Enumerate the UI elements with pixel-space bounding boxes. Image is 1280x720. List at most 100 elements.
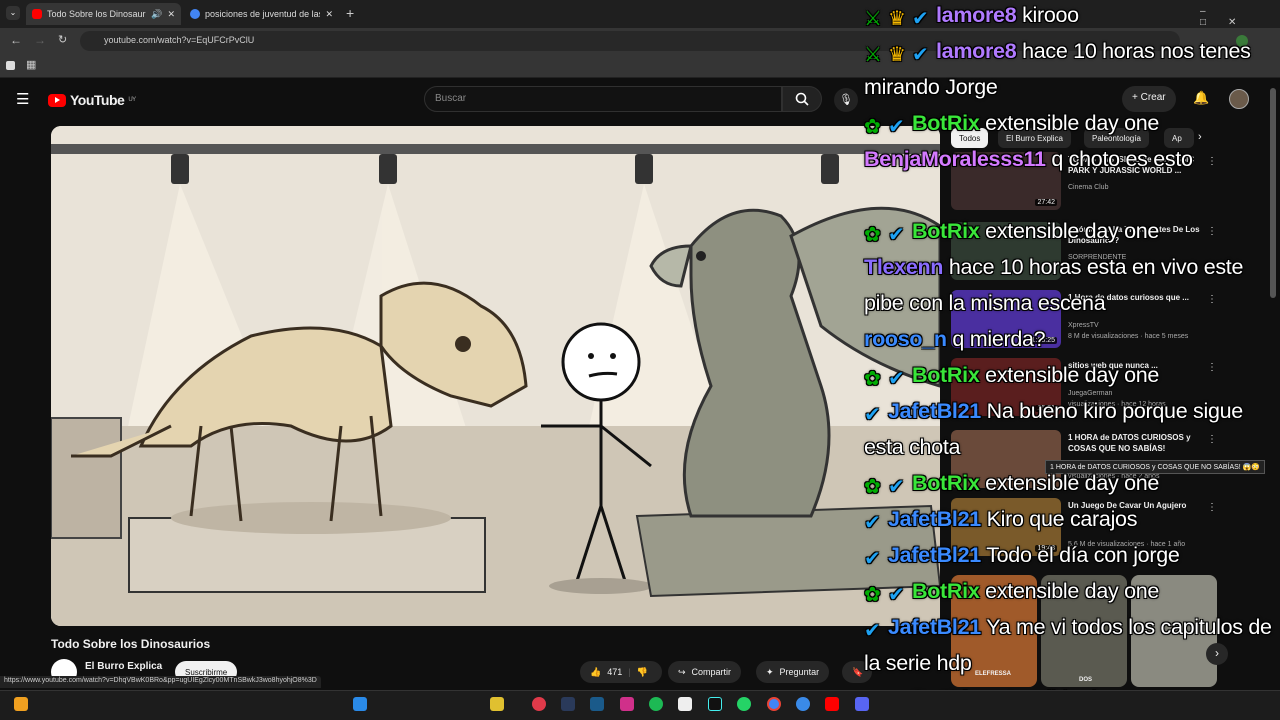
chip-more[interactable]: Ap: [1164, 128, 1194, 148]
more-options-icon[interactable]: ⋮: [1207, 502, 1217, 513]
video-thumbnail[interactable]: [951, 430, 1061, 488]
youtube-logo[interactable]: YouTube UY: [48, 92, 136, 108]
video-frame: [51, 126, 940, 626]
taskbar: [0, 690, 1280, 720]
logo-text: YouTube: [70, 92, 125, 108]
create-button[interactable]: + Crear: [1122, 86, 1176, 112]
recommendation-item[interactable]: ¿Cómo Era La Tierra Antes De Los Dinosau…: [951, 222, 1221, 284]
microphone-icon[interactable]: 🎙: [834, 88, 858, 112]
sparkle-icon: ✦: [766, 666, 774, 677]
shorts-next-icon[interactable]: ›: [1206, 643, 1228, 665]
channel-name[interactable]: El Burro Explica: [85, 661, 162, 672]
apps-grid-icon[interactable]: ▦: [26, 58, 36, 71]
youtube-icon[interactable]: [825, 697, 839, 711]
short-card[interactable]: [1131, 575, 1217, 687]
chip-all[interactable]: Todos: [951, 128, 989, 148]
chevron-right-icon[interactable]: ›: [1198, 131, 1202, 143]
close-tab-icon[interactable]: ✕: [167, 9, 175, 20]
menu-icon[interactable]: ☰: [16, 90, 29, 108]
more-options-icon[interactable]: ⋮: [1207, 294, 1217, 305]
like-dislike-group[interactable]: 👍 471 | 👎: [580, 661, 662, 683]
thumbs-down-icon[interactable]: 👎: [637, 667, 648, 678]
create-label: Crear: [1140, 92, 1166, 103]
avatar[interactable]: [1229, 89, 1249, 109]
recommendation-title[interactable]: Un Juego De Cavar Un Agujero: [1068, 500, 1208, 511]
instagram-icon[interactable]: [620, 697, 634, 711]
tab-active[interactable]: Todo Sobre los Dinosaurios 🔊 ✕: [26, 3, 181, 25]
app-icon[interactable]: [490, 697, 504, 711]
more-options-icon[interactable]: ⋮: [1207, 362, 1217, 373]
recommendation-channel: Cinema Club: [1068, 184, 1109, 191]
edge-icon[interactable]: [796, 697, 810, 711]
short-card[interactable]: ELEFRESSA: [951, 575, 1037, 687]
profile-icon[interactable]: [1236, 35, 1248, 47]
recommendation-meta: 8 M de visualizaciones · hace 5 meses: [1068, 333, 1189, 340]
spotify-icon[interactable]: [649, 697, 663, 711]
google-favicon-icon: [190, 9, 200, 19]
youtube-play-icon: [48, 93, 66, 107]
recommendation-title[interactable]: 1 HORA de DATOS CURIOSOS y COSAS QUE NO …: [1068, 432, 1208, 454]
more-options-icon[interactable]: ⋮: [1207, 226, 1217, 237]
video-thumbnail[interactable]: 27:42: [951, 152, 1061, 210]
video-thumbnail[interactable]: 25:51: [951, 358, 1061, 416]
app-icon[interactable]: [590, 697, 604, 711]
recommendation-item[interactable]: 27:42 TODAS LAS ISLAS de JURASSIC PARK Y …: [951, 152, 1221, 214]
steam-icon[interactable]: [561, 697, 575, 711]
new-tab-icon[interactable]: +: [346, 5, 354, 21]
discord-icon[interactable]: [855, 697, 869, 711]
recommendation-title[interactable]: sitios web que nunca ...: [1068, 360, 1208, 371]
chrome-icon[interactable]: [767, 697, 781, 711]
bookmark-icon: 🔖: [852, 666, 864, 677]
pinterest-icon[interactable]: [532, 697, 546, 711]
back-icon[interactable]: ←: [10, 33, 22, 47]
search-icon: [795, 92, 809, 106]
app-icon[interactable]: [678, 697, 692, 711]
recommendation-item[interactable]: 19:43 Un Juego De Cavar Un Agujero 5,6 M d…: [951, 498, 1221, 560]
video-player[interactable]: [51, 126, 940, 626]
recommendation-title[interactable]: TODAS LAS ISLAS de JURASSIC PARK Y JURAS…: [1068, 154, 1208, 176]
ask-button[interactable]: ✦ Preguntar: [756, 661, 830, 683]
video-thumbnail[interactable]: 1:03:25: [951, 290, 1061, 348]
thumbs-up-icon[interactable]: 👍: [590, 667, 601, 678]
duration-badge: 19:43: [1035, 545, 1057, 552]
url-input[interactable]: youtube.com/watch?v=EqUFCrPvClU: [80, 31, 1180, 51]
short-label: DOS: [1079, 677, 1093, 683]
share-button[interactable]: ↪ Compartir: [668, 661, 742, 683]
scrollbar[interactable]: [1270, 88, 1276, 298]
recommendation-item[interactable]: 25:51 sitios web que nunca ... JuegaGerman…: [951, 358, 1221, 420]
short-card[interactable]: DOS: [1041, 575, 1127, 687]
video-thumbnail[interactable]: [951, 222, 1061, 280]
app-icon[interactable]: [14, 697, 28, 711]
bookmark-icon[interactable]: [6, 61, 15, 70]
chip-channel[interactable]: El Burro Explica: [998, 128, 1071, 148]
search-input[interactable]: Buscar: [424, 86, 782, 112]
recommendation-channel: JuegaGerman: [1068, 390, 1113, 397]
video-thumbnail[interactable]: 19:43: [951, 498, 1061, 556]
recommendation-item[interactable]: 1:03:25 1 Hora de datos curiosos que ... X…: [951, 290, 1221, 352]
close-tab-icon[interactable]: ✕: [325, 9, 333, 20]
bell-icon[interactable]: 🔔: [1193, 90, 1209, 106]
chip-paleontology[interactable]: Paleontología: [1084, 128, 1149, 148]
forward-icon[interactable]: →: [34, 33, 46, 47]
share-label: Compartir: [691, 667, 732, 677]
duration-badge: 27:42: [1035, 199, 1057, 206]
search-button[interactable]: [782, 86, 822, 112]
tab-inactive[interactable]: posiciones de juventud de las p ✕: [184, 3, 339, 25]
recommendation-meta: visualizaciones · hace 12 horas: [1068, 401, 1166, 408]
windows-start-icon[interactable]: [353, 697, 367, 711]
recommendation-title[interactable]: 1 Hora de datos curiosos que ...: [1068, 292, 1208, 303]
whatsapp-icon[interactable]: [737, 697, 751, 711]
recommendation-meta: 5,6 M de visualizaciones · hace 1 año: [1068, 541, 1186, 548]
youtube-favicon-icon: [32, 9, 42, 19]
recommendation-title[interactable]: ¿Cómo Era La Tierra Antes De Los Dinosau…: [1068, 224, 1208, 246]
save-button[interactable]: 🔖: [842, 661, 872, 683]
more-options-icon[interactable]: ⋮: [1207, 434, 1217, 445]
reload-icon[interactable]: ↻: [58, 33, 67, 46]
tab-search-button[interactable]: ⌄: [6, 6, 20, 20]
video-title: Todo Sobre los Dinosaurios: [51, 637, 211, 651]
window-controls[interactable]: –□✕: [1200, 6, 1280, 28]
more-options-icon[interactable]: ⋮: [1207, 156, 1217, 167]
short-label: ELEFRESSA: [975, 671, 1012, 677]
status-url: https://www.youtube.com/watch?v=DhqVBwK0…: [0, 676, 321, 688]
tiktok-icon[interactable]: [708, 697, 722, 711]
